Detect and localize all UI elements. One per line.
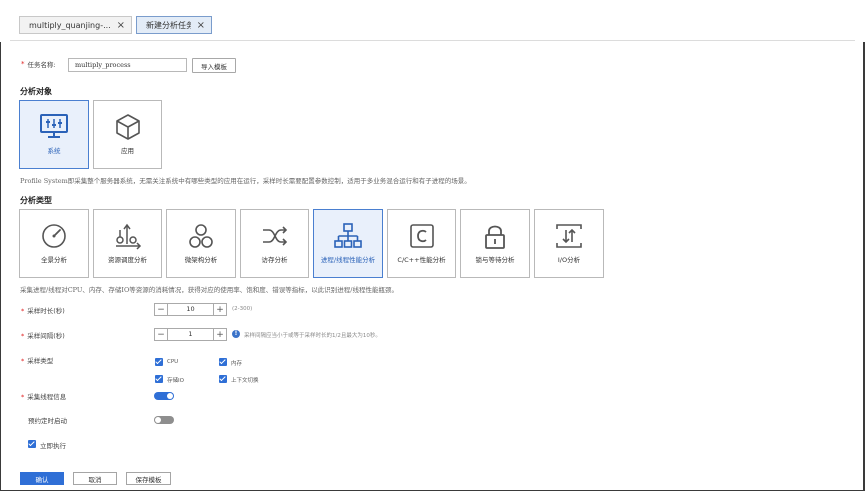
c-letter-icon bbox=[408, 222, 436, 252]
tab-multiply-quanjing[interactable]: multiply_quanjing-... × bbox=[19, 16, 132, 34]
thread-info-label: * 采集线程信息 bbox=[21, 391, 66, 401]
interval-label: * 采样间隔(秒) bbox=[21, 330, 65, 340]
thread-info-label-text: 采集线程信息 bbox=[27, 393, 67, 401]
required-mark: * bbox=[21, 357, 25, 365]
checkbox-storage-io[interactable] bbox=[155, 375, 163, 383]
io-arrows-icon bbox=[554, 222, 584, 252]
card-label: C/C++性能分析 bbox=[397, 256, 446, 264]
task-name-input[interactable]: multiply_process bbox=[68, 58, 187, 72]
tab-bar: multiply_quanjing-... × 新建分析任务 × bbox=[0, 0, 865, 42]
duration-range-hint: (2-300) bbox=[232, 306, 253, 312]
type-card-io[interactable]: I/O分析 bbox=[534, 209, 604, 278]
toggle-knob bbox=[167, 393, 173, 399]
analysis-object-description: Profile System即采集整个服务器系统，无需关注系统中有哪些类型的应用… bbox=[20, 177, 471, 185]
lock-icon bbox=[481, 222, 509, 252]
monitor-icon bbox=[39, 113, 69, 141]
object-card-application[interactable]: 应用 bbox=[93, 100, 162, 169]
duration-label: * 采样时长(秒) bbox=[21, 305, 65, 315]
required-mark: * bbox=[21, 393, 25, 401]
tab-new-analysis-task[interactable]: 新建分析任务 × bbox=[136, 16, 212, 34]
resource-schedule-icon bbox=[113, 222, 143, 252]
cancel-button[interactable]: 取消 bbox=[73, 472, 117, 485]
gauge-icon bbox=[40, 222, 68, 252]
checkbox-context-switch[interactable] bbox=[219, 375, 227, 383]
card-label: 全景分析 bbox=[41, 256, 67, 264]
required-mark: * bbox=[21, 332, 25, 340]
scheduled-start-label: 预约定时启动 bbox=[28, 417, 67, 425]
type-card-cpp[interactable]: C/C++性能分析 bbox=[387, 209, 456, 278]
save-template-button[interactable]: 保存模板 bbox=[126, 472, 171, 485]
microarch-icon bbox=[187, 222, 215, 252]
thread-info-toggle[interactable] bbox=[154, 392, 174, 400]
interval-stepper[interactable]: − 1 + bbox=[154, 328, 227, 341]
interval-hint: 采样间隔应当小于或等于采样时长的1/2且最大为10秒。 bbox=[244, 333, 381, 339]
shuffle-icon bbox=[260, 222, 290, 252]
required-mark: * bbox=[21, 60, 25, 68]
sample-type-label: * 采样类型 bbox=[21, 355, 53, 365]
immediate-label: 立即执行 bbox=[40, 442, 66, 450]
interval-value[interactable]: 1 bbox=[168, 329, 213, 340]
card-label: 系统 bbox=[47, 147, 61, 155]
required-mark: * bbox=[21, 307, 25, 315]
card-label: 锁与等待分析 bbox=[475, 256, 515, 264]
card-label: 微架构分析 bbox=[184, 256, 218, 264]
interval-label-text: 采样间隔(秒) bbox=[27, 332, 65, 340]
scheduled-start-toggle[interactable] bbox=[154, 416, 174, 424]
decrement-button[interactable]: − bbox=[155, 304, 168, 315]
close-icon[interactable]: × bbox=[197, 20, 205, 31]
task-name-row: * 任务名称: bbox=[21, 59, 56, 69]
close-icon[interactable]: × bbox=[117, 20, 125, 31]
card-label: 应用 bbox=[121, 147, 134, 155]
divider bbox=[10, 40, 855, 41]
type-card-panorama[interactable]: 全景分析 bbox=[19, 209, 89, 278]
import-template-button[interactable]: 导入模板 bbox=[192, 58, 236, 73]
tab-label: 新建分析任务 bbox=[146, 20, 191, 30]
decrement-button[interactable]: − bbox=[155, 329, 168, 340]
duration-value[interactable]: 10 bbox=[168, 304, 213, 315]
checkbox-label: 内存 bbox=[231, 361, 243, 367]
toggle-knob bbox=[155, 417, 161, 423]
type-card-microarchitecture[interactable]: 微架构分析 bbox=[166, 209, 236, 278]
increment-button[interactable]: + bbox=[213, 329, 226, 340]
sample-type-label-text: 采样类型 bbox=[27, 357, 54, 365]
object-card-system[interactable]: 系统 bbox=[19, 100, 89, 169]
type-card-lock-wait[interactable]: 锁与等待分析 bbox=[460, 209, 530, 278]
duration-stepper[interactable]: − 10 + bbox=[154, 303, 227, 316]
card-label: 资源调度分析 bbox=[108, 256, 147, 264]
card-label: 进程/线程性能分析 bbox=[320, 256, 376, 264]
tab-label: multiply_quanjing-... bbox=[29, 20, 111, 30]
card-label: 访存分析 bbox=[261, 256, 288, 264]
analysis-object-title: 分析对象 bbox=[20, 87, 52, 96]
checkbox-label: CPU bbox=[167, 359, 179, 365]
info-icon: ! bbox=[232, 330, 240, 338]
type-card-process-thread[interactable]: 进程/线程性能分析 bbox=[313, 209, 383, 278]
checkbox-immediate[interactable] bbox=[28, 440, 36, 448]
duration-label-text: 采样时长(秒) bbox=[27, 307, 65, 315]
card-label: I/O分析 bbox=[557, 256, 581, 264]
analysis-type-description: 采集进程/线程对CPU、内存、存储IO等资源的消耗情况，获得对应的使用率、饱和度… bbox=[20, 286, 398, 294]
hierarchy-icon bbox=[333, 222, 363, 252]
checkbox-cpu[interactable] bbox=[155, 358, 163, 366]
type-card-resource-scheduling[interactable]: 资源调度分析 bbox=[93, 209, 162, 278]
cube-icon bbox=[114, 113, 142, 143]
analysis-type-title: 分析类型 bbox=[20, 196, 52, 205]
increment-button[interactable]: + bbox=[213, 304, 226, 315]
checkbox-label: 存储IO bbox=[167, 378, 184, 384]
confirm-button[interactable]: 确认 bbox=[20, 472, 64, 485]
checkbox-label: 上下文切换 bbox=[231, 378, 259, 384]
task-name-label: 任务名称: bbox=[27, 61, 56, 69]
checkbox-memory[interactable] bbox=[219, 358, 227, 366]
type-card-memory-access[interactable]: 访存分析 bbox=[240, 209, 309, 278]
